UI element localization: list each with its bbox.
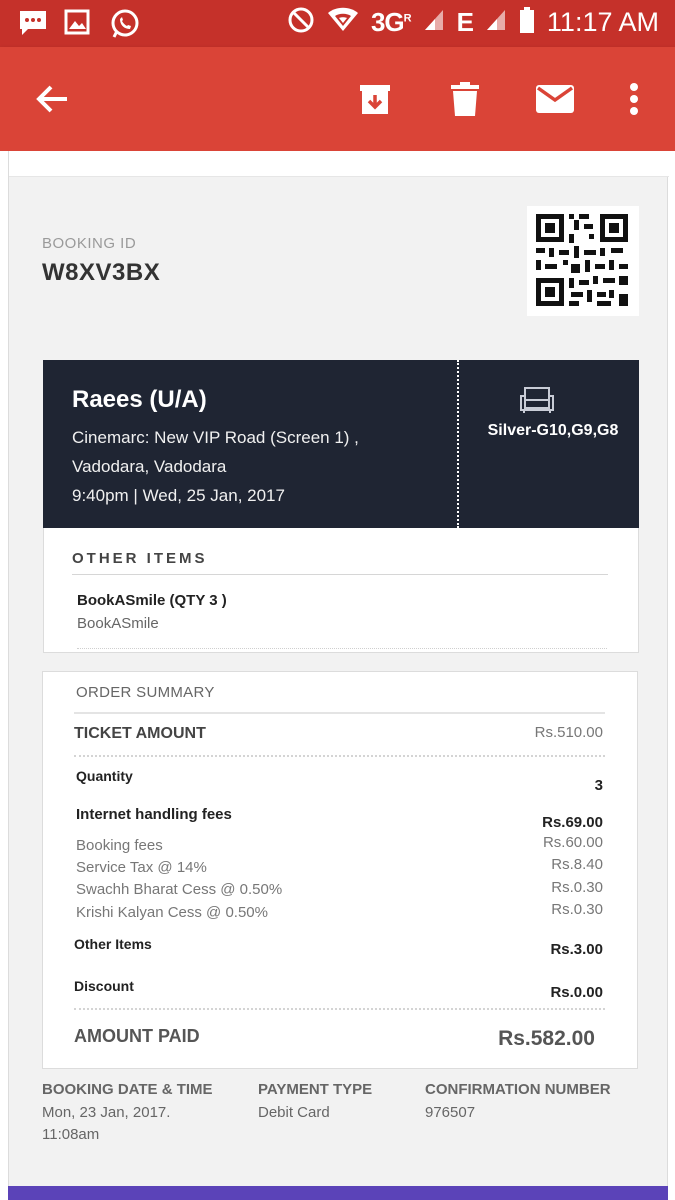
fees-label: Internet handling fees bbox=[76, 806, 232, 823]
qr-code bbox=[527, 206, 639, 316]
other-items-heading: OTHER ITEMS bbox=[72, 550, 208, 567]
confirmation-label: CONFIRMATION NUMBER bbox=[425, 1081, 611, 1098]
amount-paid-label: AMOUNT PAID bbox=[74, 1026, 200, 1046]
mark-unread-button[interactable] bbox=[533, 77, 577, 121]
back-button[interactable] bbox=[30, 77, 74, 121]
amount-paid-value: Rs.582.00 bbox=[498, 1027, 595, 1050]
fee-row-value: Rs.0.30 bbox=[551, 879, 603, 896]
dotted-divider bbox=[74, 1008, 605, 1010]
fee-row-value: Rs.8.40 bbox=[551, 856, 603, 873]
wifi-icon bbox=[327, 7, 359, 38]
fee-row-label: Krishi Kalyan Cess @ 0.50% bbox=[76, 904, 268, 921]
messaging-icon bbox=[18, 9, 48, 37]
signal-icon-2 bbox=[485, 8, 507, 37]
delete-icon bbox=[451, 82, 479, 116]
archive-icon bbox=[360, 85, 390, 114]
other-item-sub: BookASmile bbox=[77, 615, 159, 632]
dotted-divider bbox=[74, 755, 605, 757]
ticket-container: BOOKING ID W8XV3BX Raees (U/A) Cinemarc:… bbox=[8, 151, 669, 1200]
back-arrow-icon bbox=[36, 85, 67, 113]
movie-card: Raees (U/A) Cinemarc: New VIP Road (Scre… bbox=[43, 360, 639, 528]
fee-row-value: Rs.0.30 bbox=[551, 901, 603, 918]
fee-row-label: Service Tax @ 14% bbox=[76, 859, 207, 876]
venue-line-2: Vadodara, Vadodara bbox=[72, 457, 227, 476]
order-summary-card: ORDER SUMMARY TICKET AMOUNT Rs.510.00 Qu… bbox=[42, 671, 638, 1069]
venue-line-1: Cinemarc: New VIP Road (Screen 1) , bbox=[72, 428, 359, 447]
dotted-divider bbox=[77, 648, 607, 649]
booking-id: W8XV3BX bbox=[42, 259, 161, 286]
gallery-icon bbox=[64, 9, 94, 37]
other-item-name: BookASmile (QTY 3 ) bbox=[77, 592, 227, 609]
ticket-amount-value: Rs.510.00 bbox=[534, 724, 603, 741]
discount-value: Rs.0.00 bbox=[550, 984, 603, 1001]
quantity-value: 3 bbox=[594, 777, 603, 794]
blocked-icon bbox=[287, 6, 315, 39]
booking-date-value: Mon, 23 Jan, 2017. 11:08am bbox=[42, 1102, 170, 1146]
battery-icon bbox=[519, 6, 535, 39]
fee-row-label: Booking fees bbox=[76, 837, 163, 854]
more-vert-icon bbox=[630, 83, 638, 115]
payment-type-label: PAYMENT TYPE bbox=[258, 1081, 373, 1098]
payment-type-value: Debit Card bbox=[258, 1104, 330, 1121]
discount-label: Discount bbox=[74, 978, 134, 994]
clock: 11:17 AM bbox=[546, 7, 659, 37]
divider bbox=[72, 574, 608, 575]
other-items-value: Rs.3.00 bbox=[550, 941, 603, 958]
email-content[interactable]: BOOKING ID W8XV3BX Raees (U/A) Cinemarc:… bbox=[0, 151, 675, 1200]
booking-id-label: BOOKING ID bbox=[42, 235, 137, 252]
app-bar bbox=[0, 47, 675, 151]
network-type-2: E bbox=[456, 7, 474, 37]
signal-icon bbox=[423, 8, 445, 37]
showtime: 9:40pm | Wed, 25 Jan, 2017 bbox=[72, 486, 285, 505]
whatsapp-icon bbox=[110, 9, 140, 38]
booking-date-line: Mon, 23 Jan, 2017. bbox=[42, 1104, 171, 1121]
order-summary-heading: ORDER SUMMARY bbox=[76, 684, 215, 701]
seat-icon bbox=[519, 386, 555, 414]
archive-button[interactable] bbox=[353, 77, 397, 121]
divider bbox=[74, 712, 605, 714]
fees-value: Rs.69.00 bbox=[542, 814, 603, 831]
fee-row-label: Swachh Bharat Cess @ 0.50% bbox=[76, 881, 283, 898]
booking-time-line: 11:08am bbox=[42, 1126, 100, 1143]
seat-numbers: Silver-G10,G9,G8 bbox=[487, 422, 619, 439]
bottom-bar bbox=[8, 1186, 668, 1200]
quantity-label: Quantity bbox=[76, 768, 133, 784]
delete-button[interactable] bbox=[443, 77, 487, 121]
top-strip bbox=[9, 151, 669, 177]
other-items-label: Other Items bbox=[74, 936, 152, 952]
fee-row-value: Rs.60.00 bbox=[542, 834, 603, 851]
ticket-amount-label: TICKET AMOUNT bbox=[74, 725, 206, 742]
confirmation-value: 976507 bbox=[425, 1104, 476, 1121]
ticket-divider bbox=[457, 360, 459, 528]
more-options-button[interactable] bbox=[612, 77, 656, 121]
booking-date-label: BOOKING DATE & TIME bbox=[42, 1081, 213, 1098]
mail-icon bbox=[536, 85, 574, 113]
network-type: 3GR bbox=[370, 7, 412, 37]
movie-title: Raees (U/A) bbox=[72, 386, 207, 413]
status-bar: 3GR E 11:17 AM bbox=[0, 0, 675, 47]
other-items-card: OTHER ITEMS BookASmile (QTY 3 ) BookASmi… bbox=[43, 528, 639, 653]
